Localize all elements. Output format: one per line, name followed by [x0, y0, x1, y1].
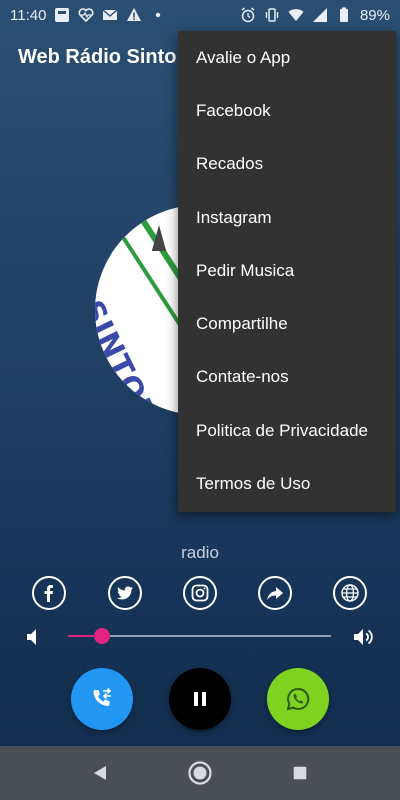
share-button[interactable] — [258, 576, 292, 610]
warning-icon — [126, 7, 142, 23]
menu-item[interactable]: Pedir Musica — [178, 244, 396, 297]
menu-item[interactable]: Facebook — [178, 84, 396, 137]
website-button[interactable] — [333, 576, 367, 610]
social-row — [0, 576, 400, 612]
volume-slider[interactable] — [68, 628, 331, 644]
recents-icon — [293, 766, 307, 780]
station-label: radio — [181, 543, 219, 562]
pause-button[interactable] — [169, 668, 231, 730]
home-button[interactable] — [187, 760, 213, 786]
volume-low-icon[interactable] — [24, 626, 46, 648]
menu-item[interactable]: Termos de Uso — [178, 457, 396, 510]
menu-item[interactable]: Compartilhe — [178, 297, 396, 350]
alarm-icon — [240, 7, 256, 23]
status-left: 11:40 — [10, 7, 166, 24]
whatsapp-icon — [286, 687, 310, 711]
notification-app-icon — [54, 7, 70, 23]
globe-icon — [341, 584, 359, 602]
twitter-icon — [117, 586, 133, 600]
menu-item[interactable]: Avalie o App — [178, 31, 396, 84]
signal-icon — [312, 7, 328, 23]
volume-thumb[interactable] — [94, 628, 111, 644]
app-title: Web Rádio Sinto — [18, 46, 177, 68]
navigation-bar — [0, 746, 400, 800]
status-right: 89% — [240, 7, 390, 24]
mail-icon — [102, 7, 118, 23]
pause-icon — [194, 692, 206, 706]
volume-row — [0, 622, 400, 650]
instagram-icon — [191, 584, 209, 602]
phone-transfer-icon — [93, 687, 112, 706]
menu-item[interactable]: Recados — [178, 138, 396, 191]
menu-item[interactable]: Instagram — [178, 191, 396, 244]
vibrate-icon — [264, 7, 280, 23]
instagram-button[interactable] — [183, 576, 217, 610]
dot-icon — [150, 7, 166, 23]
back-button[interactable] — [87, 760, 113, 786]
facebook-icon — [44, 585, 53, 602]
status-time: 11:40 — [10, 6, 47, 24]
heart-monitor-icon — [78, 7, 94, 23]
battery-icon — [336, 7, 352, 23]
player-controls — [0, 668, 400, 730]
status-bar: 11:40 89% — [0, 0, 400, 30]
volume-high-icon[interactable] — [352, 626, 374, 648]
call-button[interactable] — [71, 668, 133, 730]
menu-item[interactable]: Contate-nos — [178, 351, 396, 404]
twitter-button[interactable] — [108, 576, 142, 610]
home-icon — [188, 761, 212, 785]
recents-button[interactable] — [287, 760, 313, 786]
facebook-button[interactable] — [32, 576, 66, 610]
overflow-menu: Avalie o App Facebook Recados Instagram Pedi… — [178, 31, 396, 512]
battery-percent: 89% — [359, 6, 390, 24]
back-icon — [94, 766, 106, 780]
share-icon — [267, 587, 283, 600]
whatsapp-button[interactable] — [267, 668, 329, 730]
menu-item[interactable]: Politica de Privacidade — [178, 404, 396, 457]
wifi-icon — [288, 7, 304, 23]
